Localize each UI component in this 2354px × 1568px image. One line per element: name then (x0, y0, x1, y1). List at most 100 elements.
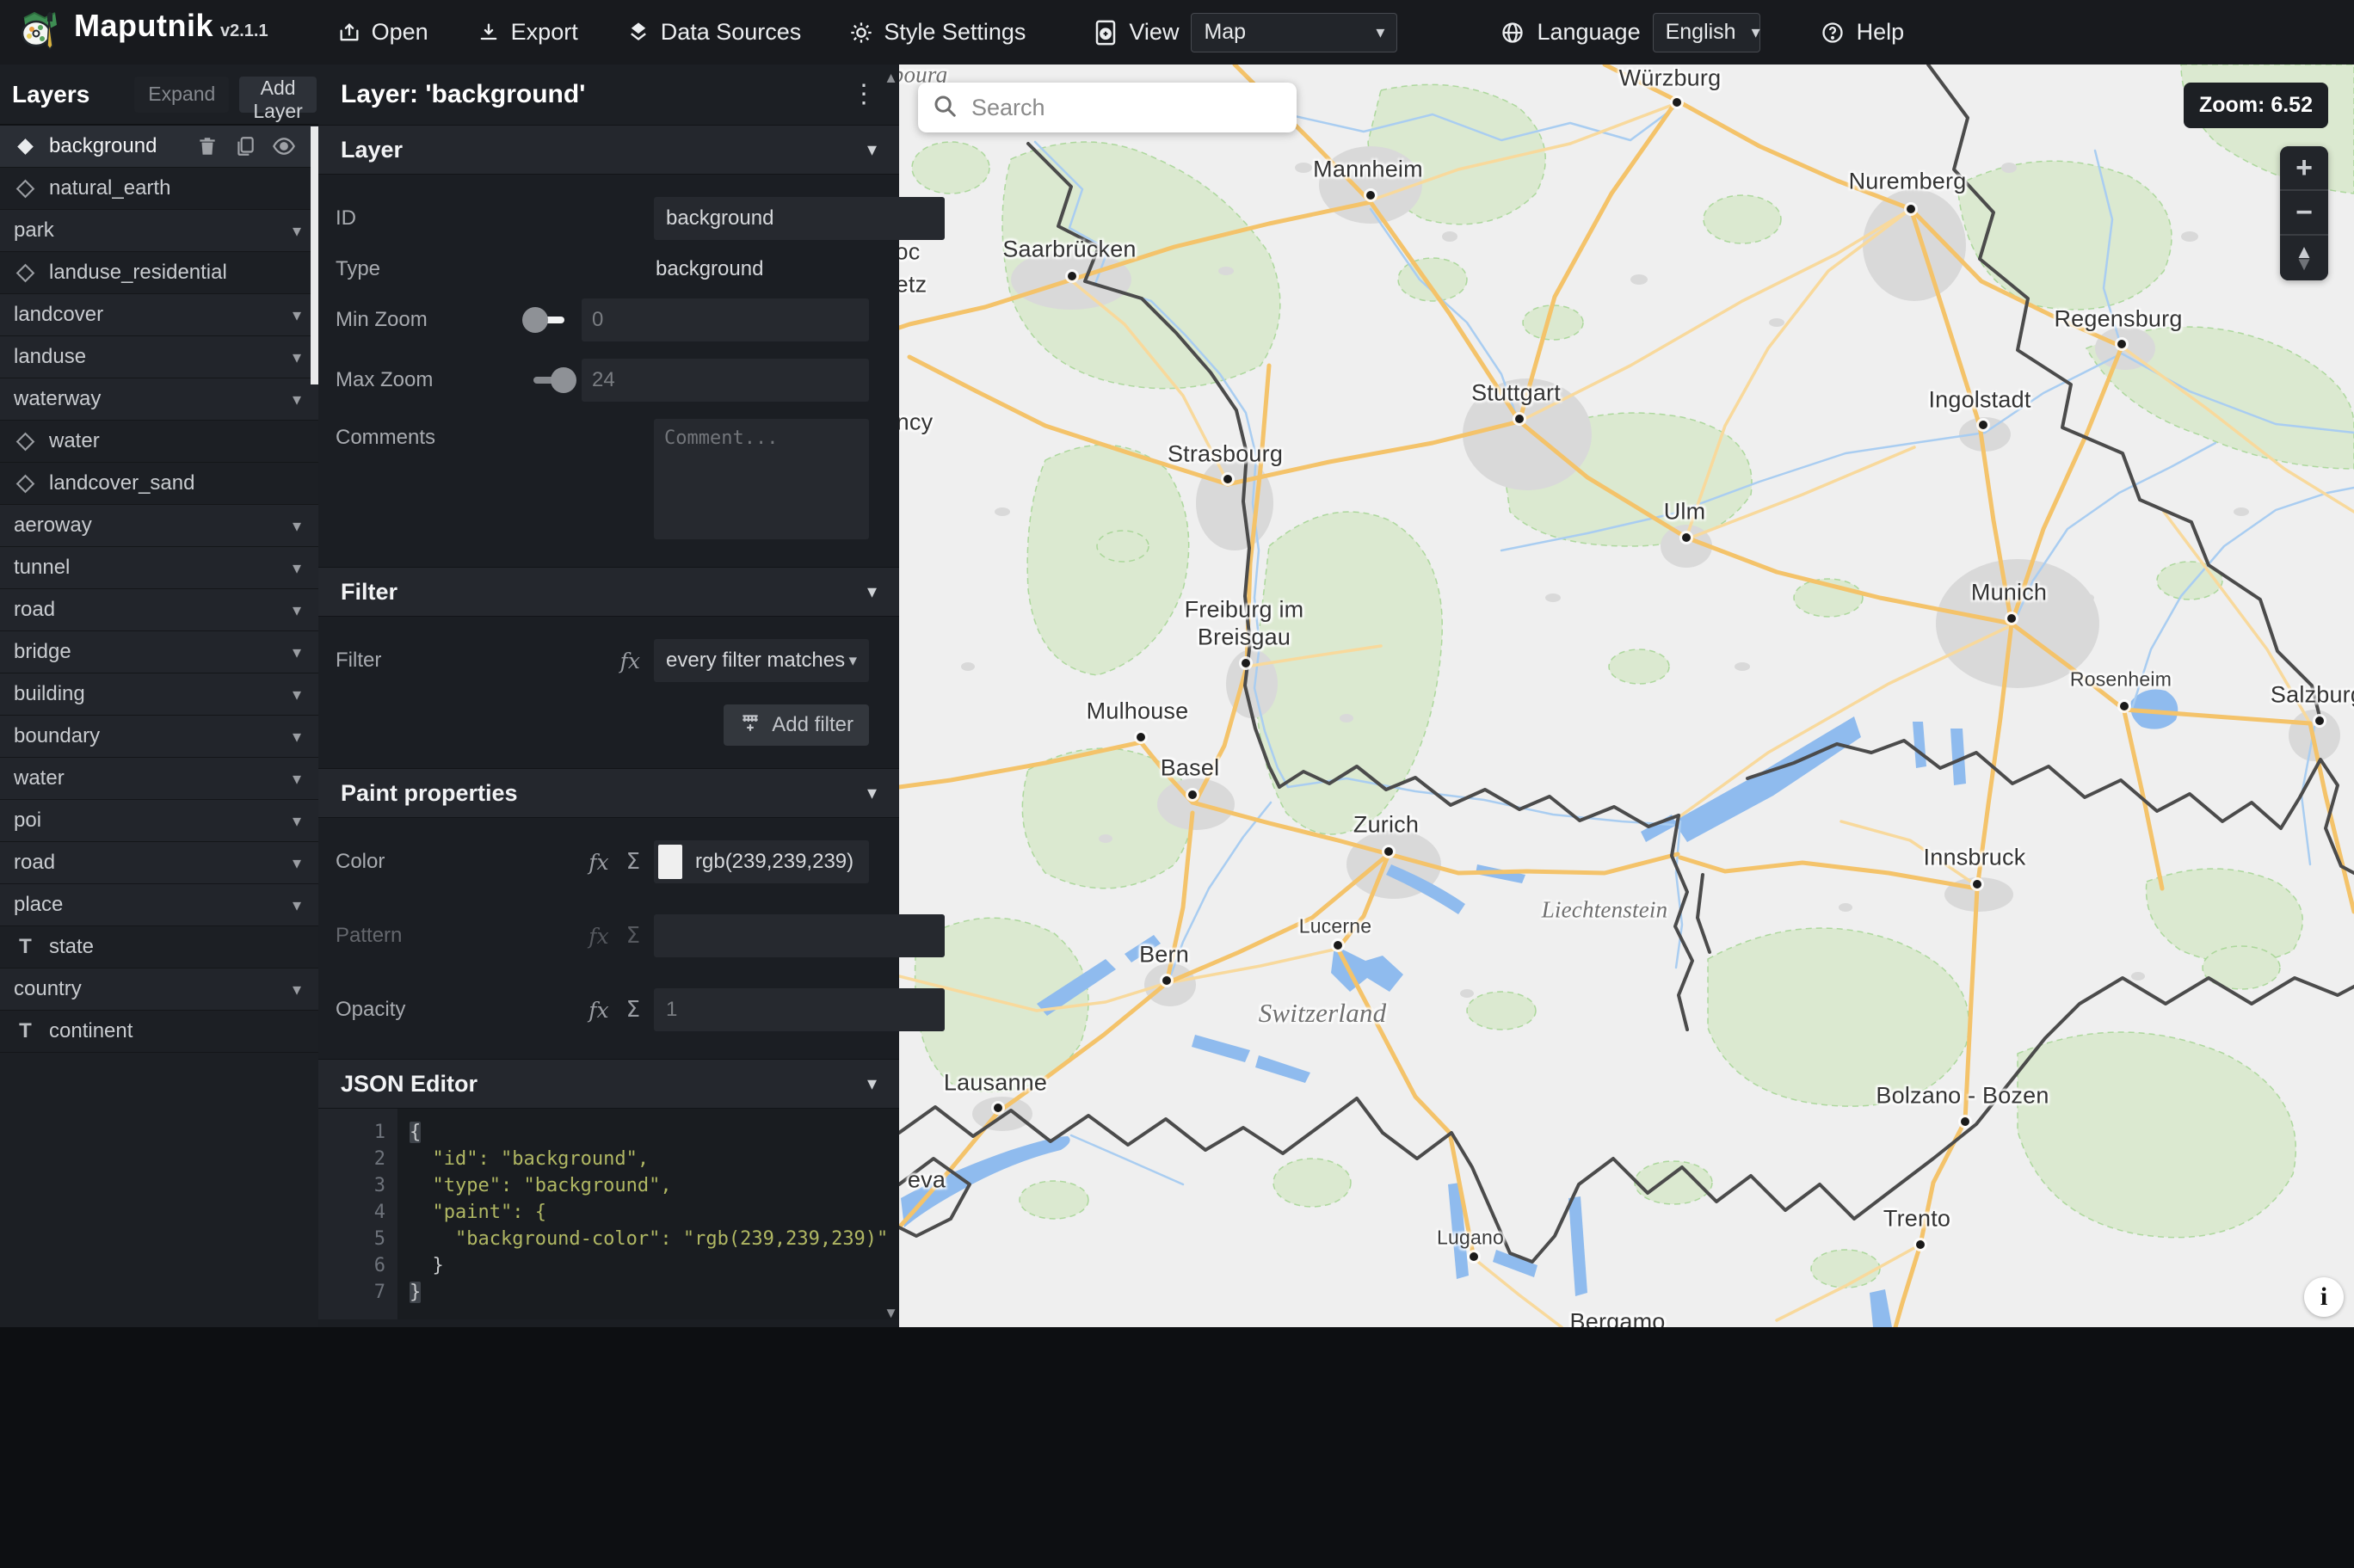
language-select[interactable]: English ▾ (1652, 12, 1760, 52)
id-label: ID (336, 206, 356, 230)
sidebar-group-landcover[interactable]: landcover ▾ (0, 294, 318, 336)
sidebar-item-natural-earth[interactable]: natural_earth (0, 168, 318, 210)
language-group: Language English ▾ (1501, 12, 1760, 52)
view-select-value: Map (1204, 20, 1247, 44)
sidebar-group-boundary[interactable]: boundary ▾ (0, 716, 318, 758)
section-layer[interactable]: Layer ▾ (318, 125, 899, 175)
city-dot (1137, 733, 1145, 741)
export-button[interactable]: Export (477, 19, 578, 46)
sidebar-group-poi[interactable]: poi ▾ (0, 800, 318, 842)
chevron-down-icon: ▾ (292, 811, 301, 831)
duplicate-layer-icon[interactable] (234, 135, 256, 157)
chevron-down-icon: ▾ (1751, 23, 1760, 42)
city-dot (1961, 1117, 1969, 1126)
map-labels: Würzburg Mannheim Nuremberg Saarbrücken etz R… (899, 65, 2354, 1327)
sidebar-item-continent[interactable]: T continent (0, 1011, 318, 1053)
expand-button[interactable]: Expand (134, 76, 230, 113)
opacity-field[interactable] (654, 988, 945, 1031)
expression-fx-icon[interactable]: fx (588, 850, 608, 875)
add-layer-button[interactable]: Add Layer (239, 76, 317, 122)
map-search[interactable] (918, 83, 1297, 132)
visibility-eye-icon[interactable] (272, 134, 296, 158)
min-zoom-field[interactable] (582, 298, 869, 341)
sidebar-item-background[interactable]: background (0, 126, 318, 168)
help-button[interactable]: Help (1821, 19, 1905, 46)
chevron-down-icon: ▾ (866, 581, 877, 602)
expression-fx-icon[interactable]: fx (588, 998, 608, 1023)
comments-label: Comments (336, 426, 436, 449)
sidebar-group-waterway[interactable]: waterway ▾ (0, 378, 318, 421)
data-sources-button[interactable]: Data Sources (626, 19, 801, 46)
chevron-down-icon: ▾ (292, 558, 301, 578)
scroll-up-icon[interactable]: ▲ (884, 70, 898, 87)
sidebar-item-state[interactable]: T state (0, 926, 318, 968)
compass-button[interactable]: ▲ ▼ (2280, 236, 2328, 280)
open-button[interactable]: Open (337, 19, 428, 46)
chevron-down-icon: ▾ (292, 853, 301, 873)
filter-label: Filter (336, 649, 382, 672)
zoom-in-button[interactable]: + (2280, 146, 2328, 191)
help-label: Help (1856, 19, 1905, 45)
max-zoom-field[interactable] (582, 359, 869, 402)
section-paint-properties[interactable]: Paint properties ▾ (318, 768, 899, 818)
zoom-out-button[interactable]: − (2280, 191, 2328, 236)
json-editor[interactable]: 1 2 3 4 5 6 7 { "id": "background", "typ… (318, 1109, 899, 1319)
sidebar-group-road-2[interactable]: road ▾ (0, 842, 318, 884)
scroll-down-icon[interactable]: ▼ (884, 1305, 898, 1322)
expression-fx-icon[interactable]: fx (620, 649, 640, 673)
kebab-menu-icon[interactable]: ⋮ (851, 82, 877, 108)
sidebar-group-country[interactable]: country ▾ (0, 968, 318, 1011)
attribution-info-button[interactable]: i (2304, 1277, 2344, 1317)
json-code[interactable]: { "id": "background", "type": "backgroun… (397, 1109, 899, 1319)
map-label: oc (899, 238, 921, 265)
style-settings-button[interactable]: Style Settings (849, 19, 1026, 46)
max-zoom-slider[interactable] (533, 367, 576, 393)
sidebar-group-tunnel[interactable]: tunnel ▾ (0, 547, 318, 589)
chevron-down-icon: ▾ (292, 390, 301, 409)
delete-layer-icon[interactable] (196, 135, 219, 157)
compass-icon: ▲ ▼ (2295, 241, 2314, 274)
gear-icon (849, 21, 873, 45)
export-icon (477, 21, 501, 45)
view-select[interactable]: Map ▾ (1191, 12, 1398, 52)
comments-field[interactable] (654, 419, 869, 539)
min-zoom-slider[interactable] (521, 307, 564, 333)
sidebar-group-park[interactable]: park ▾ (0, 210, 318, 252)
sidebar-group-landuse[interactable]: landuse ▾ (0, 336, 318, 378)
map-canvas[interactable]: Würzburg Mannheim Nuremberg Saarbrücken etz R… (899, 65, 2354, 1327)
slider-handle[interactable] (550, 367, 576, 393)
filter-combinator-select[interactable]: every filter matches ▾ (654, 639, 869, 682)
map-label: Ulm (1663, 498, 1706, 525)
section-filter-body: Filter fx every filter matches ▾ Add fil… (318, 617, 899, 768)
sidebar-group-place[interactable]: place ▾ (0, 884, 318, 926)
sidebar-scrollbar[interactable] (311, 126, 318, 384)
section-filter[interactable]: Filter ▾ (318, 567, 899, 617)
slider-handle[interactable] (521, 307, 548, 333)
add-filter-button[interactable]: Add filter (724, 704, 869, 746)
sidebar-group-bridge[interactable]: bridge ▾ (0, 631, 318, 673)
color-field[interactable] (654, 840, 869, 883)
language-label: Language (1537, 19, 1641, 45)
map-label: Stuttgart (1471, 379, 1561, 406)
sidebar-item-landcover-sand[interactable]: landcover_sand (0, 463, 318, 505)
chevron-down-icon: ▾ (292, 727, 301, 747)
pattern-field[interactable] (654, 914, 945, 957)
chevron-down-icon: ▾ (866, 138, 877, 160)
sidebar-item-landuse-residential[interactable]: landuse_residential (0, 252, 318, 294)
help-icon (1821, 21, 1845, 45)
color-swatch[interactable] (658, 845, 682, 879)
panel-scrollbar[interactable]: ▲ ▼ (884, 65, 899, 1327)
sidebar-group-aeroway[interactable]: aeroway ▾ (0, 505, 318, 547)
color-input-wrap (654, 840, 869, 883)
id-field[interactable] (654, 197, 945, 240)
section-json-editor[interactable]: JSON Editor ▾ (318, 1059, 899, 1109)
zoom-function-icon[interactable]: Σ (626, 849, 640, 875)
search-input[interactable] (970, 93, 1283, 122)
city-dot (1682, 532, 1691, 542)
zoom-function-icon[interactable]: Σ (626, 997, 640, 1023)
sidebar-group-road[interactable]: road ▾ (0, 589, 318, 631)
sidebar-group-building[interactable]: building ▾ (0, 673, 318, 716)
sidebar-group-water[interactable]: water ▾ (0, 758, 318, 800)
city-dot (1162, 976, 1171, 985)
sidebar-item-water[interactable]: water (0, 421, 318, 463)
